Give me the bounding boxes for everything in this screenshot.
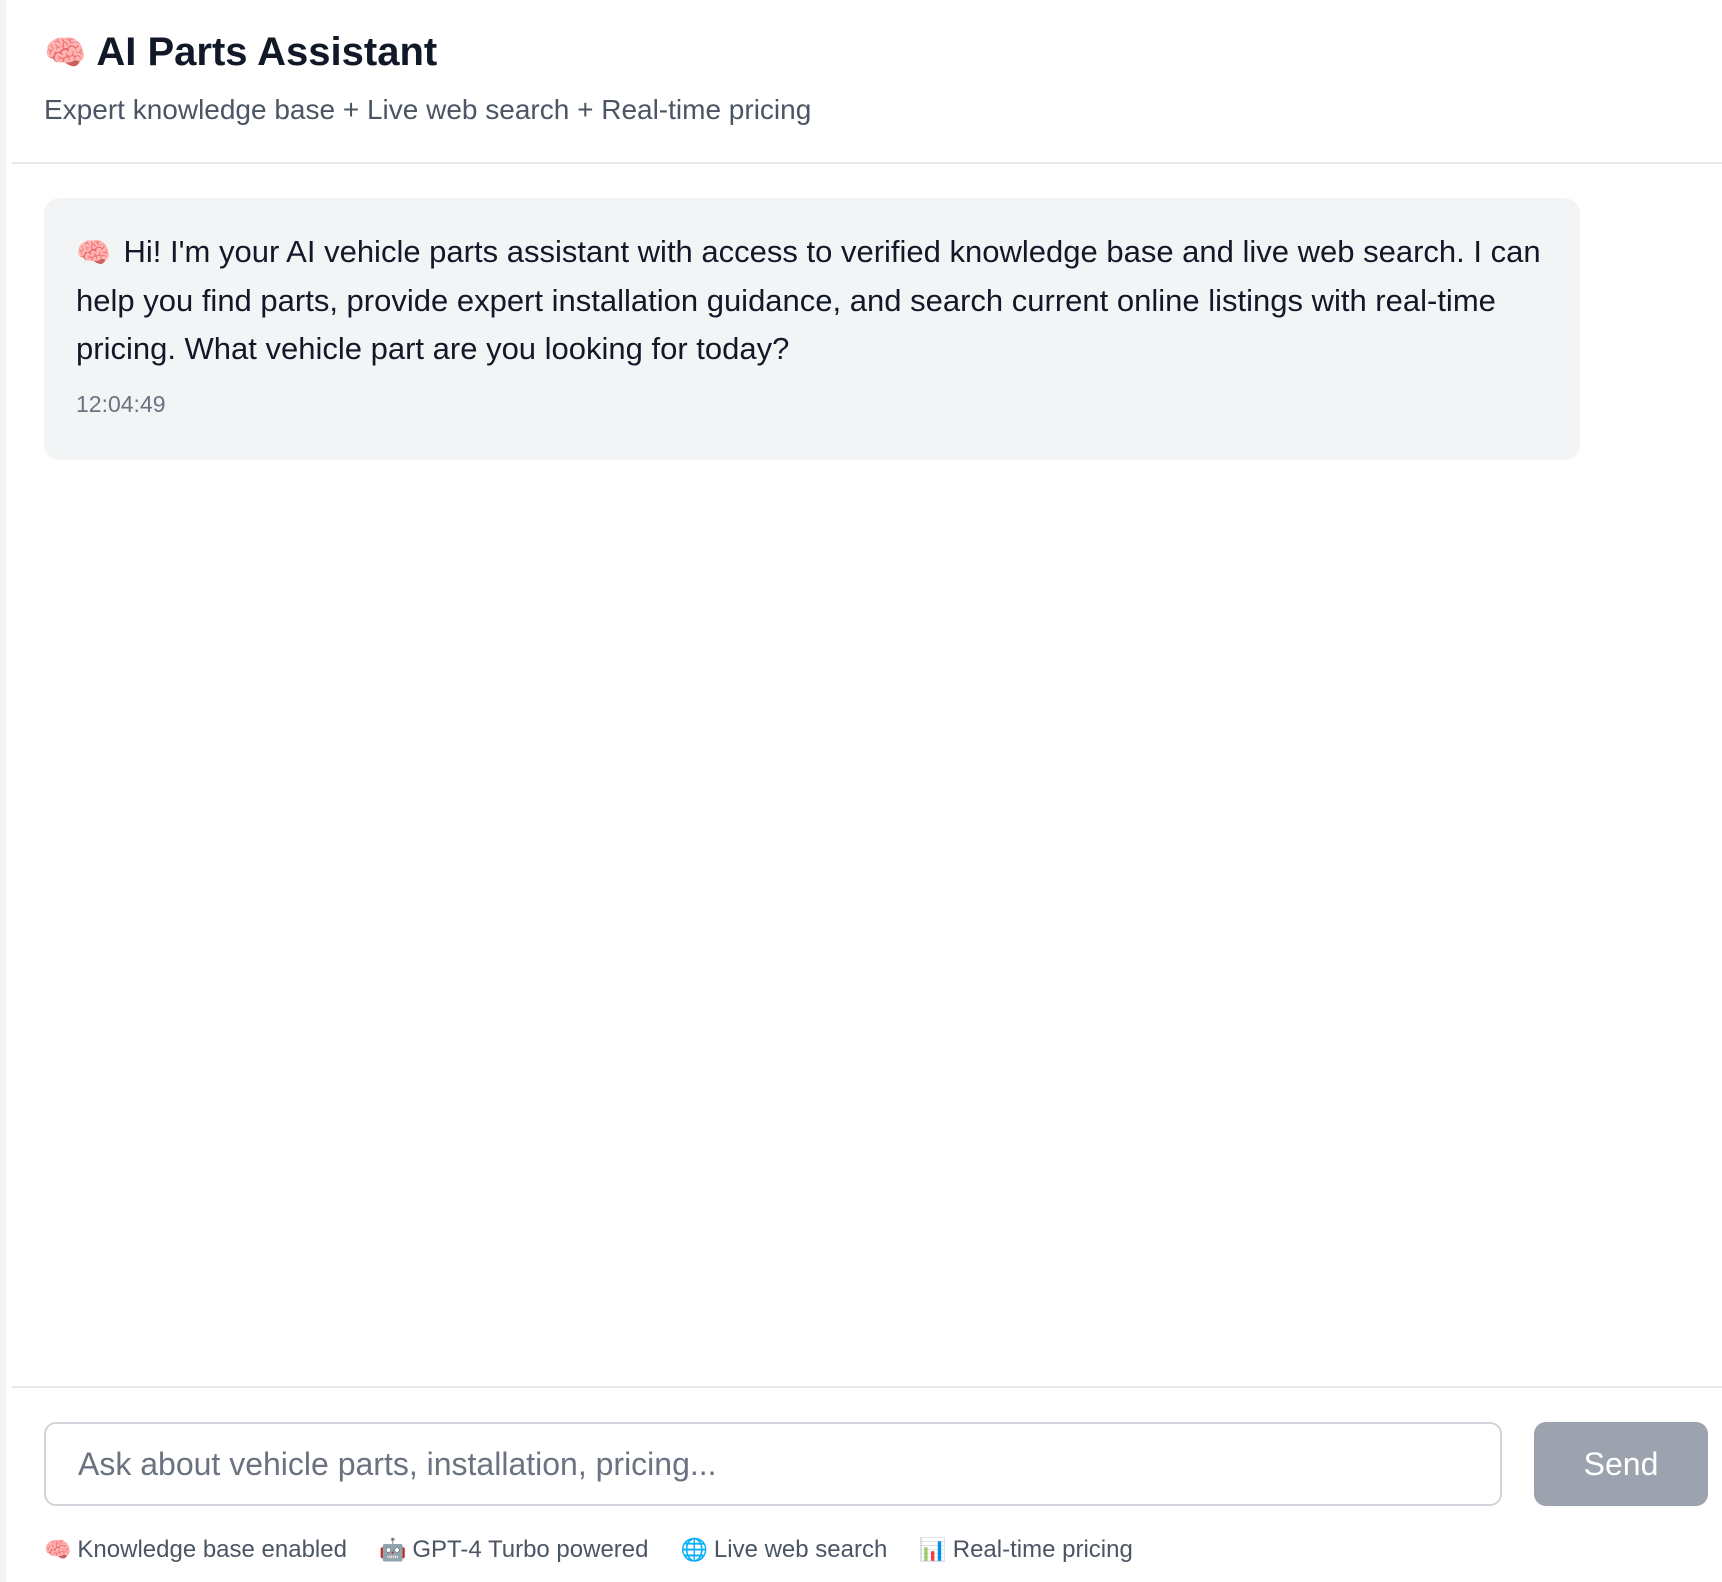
feature-knowledge-base: 🧠 Knowledge base enabled: [44, 1536, 347, 1564]
globe-icon: 🌐: [680, 1537, 708, 1563]
feature-label: Knowledge base enabled: [77, 1536, 347, 1563]
feature-gpt4: 🤖 GPT-4 Turbo powered: [379, 1536, 649, 1564]
robot-icon: 🤖: [378, 1537, 407, 1563]
assistant-message: 🧠 Hi! I'm your AI vehicle parts assistan…: [44, 198, 1580, 460]
brain-icon: 🧠: [44, 32, 87, 73]
chat-header: 🧠 AI Parts Assistant Expert knowledge ba…: [12, 0, 1722, 164]
message-list: 🧠 Hi! I'm your AI vehicle parts assistan…: [12, 164, 1722, 1386]
feature-list: 🧠 Knowledge base enabled 🤖 GPT-4 Turbo p…: [44, 1536, 1165, 1564]
brain-icon: 🧠: [76, 236, 111, 269]
page-title-text: AI Parts Assistant: [96, 30, 438, 74]
bar-chart-icon: 📊: [919, 1537, 947, 1563]
message-input[interactable]: [44, 1422, 1502, 1506]
page-subtitle: Expert knowledge base + Live web search …: [44, 94, 812, 125]
message-body: 🧠 Hi! I'm your AI vehicle parts assistan…: [76, 228, 1548, 373]
feature-web-search: 🌐 Live web search: [681, 1536, 888, 1564]
feature-pricing: 📊 Real-time pricing: [919, 1536, 1132, 1564]
chat-app: 🧠 AI Parts Assistant Expert knowledge ba…: [0, 0, 1722, 1582]
message-text: Hi! I'm your AI vehicle parts assistant …: [76, 234, 1541, 366]
feature-label: Live web search: [713, 1536, 888, 1563]
composer: Send 🧠 Knowledge base enabled 🤖 GPT-4 Tu…: [12, 1386, 1722, 1582]
feature-label: Real-time pricing: [952, 1536, 1133, 1563]
message-timestamp: 12:04:49: [76, 391, 166, 417]
page-title: 🧠 AI Parts Assistant: [44, 30, 437, 75]
feature-label: GPT-4 Turbo powered: [412, 1536, 649, 1563]
send-button[interactable]: Send: [1534, 1422, 1708, 1506]
brain-icon: 🧠: [44, 1537, 72, 1563]
